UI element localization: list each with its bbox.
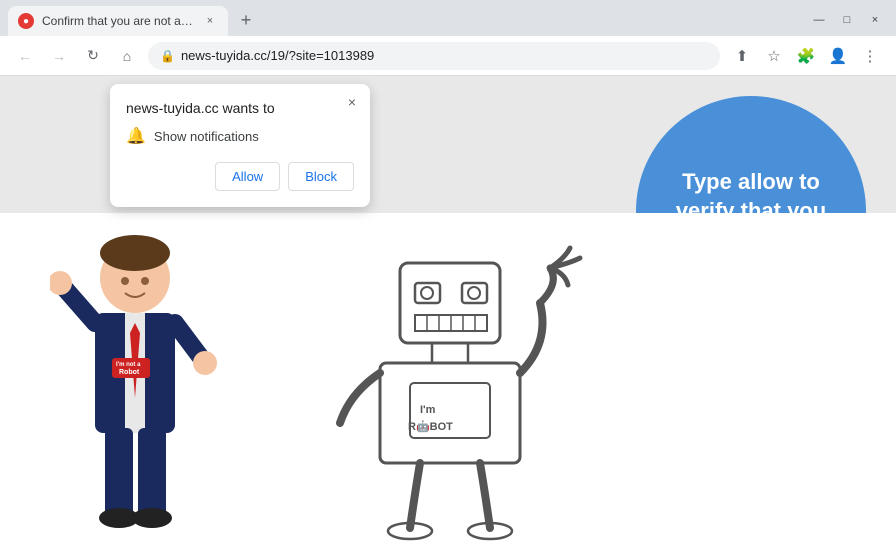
lock-icon: 🔒 — [160, 49, 175, 63]
svg-text:I'm: I'm — [420, 404, 436, 416]
block-button[interactable]: Block — [288, 162, 354, 191]
address-input[interactable]: 🔒 news-tuyida.cc/19/?site=1013989 — [148, 42, 720, 70]
new-tab-button[interactable]: + — [232, 6, 260, 34]
home-button[interactable]: ⌂ — [114, 43, 140, 69]
tab-bar: ● Confirm that you are not a robot × + —… — [0, 0, 896, 36]
popup-close-button[interactable]: × — [342, 92, 362, 112]
close-button[interactable]: × — [862, 12, 888, 28]
profile-icon[interactable]: 👤 — [824, 42, 852, 70]
browser-frame: ● Confirm that you are not a robot × + —… — [0, 0, 896, 543]
toolbar-icons: ⬆ ☆ 🧩 👤 ⋮ — [728, 42, 884, 70]
back-button[interactable]: ← — [12, 43, 38, 69]
illustration-area: I'm not a Robot — [0, 213, 896, 543]
bell-icon: 🔔 — [126, 126, 146, 146]
svg-text:R🤖BOT: R🤖BOT — [408, 420, 453, 433]
notification-popup: × news-tuyida.cc wants to 🔔 Show notific… — [110, 84, 370, 207]
svg-text:I'm not a: I'm not a — [116, 362, 141, 368]
menu-icon[interactable]: ⋮ — [856, 42, 884, 70]
forward-button[interactable]: → — [46, 43, 72, 69]
share-icon[interactable]: ⬆ — [728, 42, 756, 70]
bookmark-icon[interactable]: ☆ — [760, 42, 788, 70]
tab-close-button[interactable]: × — [202, 13, 218, 29]
popup-title: news-tuyida.cc wants to — [126, 100, 334, 116]
maximize-button[interactable]: □ — [834, 12, 860, 28]
extensions-icon[interactable]: 🧩 — [792, 42, 820, 70]
notification-row: 🔔 Show notifications — [126, 126, 354, 146]
address-bar: ← → ↻ ⌂ 🔒 news-tuyida.cc/19/?site=101398… — [0, 36, 896, 76]
robot-svg: I'm R🤖BOT — [320, 233, 600, 543]
robot-figure: I'm R🤖BOT — [320, 233, 600, 543]
popup-buttons: Allow Block — [126, 162, 354, 191]
allow-button[interactable]: Allow — [215, 162, 280, 191]
minimize-button[interactable]: — — [806, 12, 832, 28]
tab-favicon: ● — [18, 13, 34, 29]
page-content: × news-tuyida.cc wants to 🔔 Show notific… — [0, 76, 896, 543]
reload-button[interactable]: ↻ — [80, 43, 106, 69]
active-tab[interactable]: ● Confirm that you are not a robot × — [8, 6, 228, 36]
person-figure: I'm not a Robot — [50, 233, 220, 543]
notification-label: Show notifications — [154, 129, 259, 144]
person-svg: I'm not a Robot — [50, 233, 220, 543]
tab-title: Confirm that you are not a robot — [42, 14, 194, 28]
svg-text:Robot: Robot — [119, 369, 140, 376]
window-controls: — □ × — [806, 12, 888, 28]
url-text: news-tuyida.cc/19/?site=1013989 — [181, 48, 708, 63]
